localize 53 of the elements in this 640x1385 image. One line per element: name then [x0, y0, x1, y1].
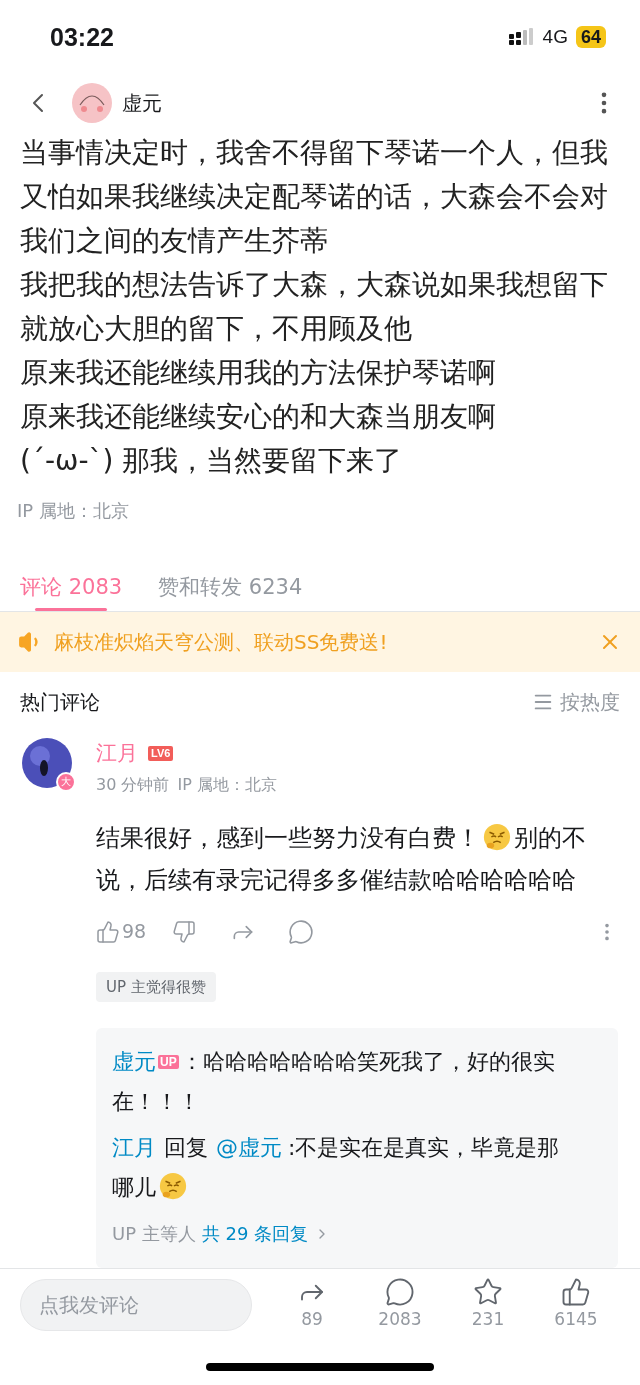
- favorite-button[interactable]: 231: [444, 1277, 532, 1333]
- level-badge: LV6: [148, 746, 174, 762]
- thumbs-up-icon: [561, 1277, 591, 1308]
- comment-text: :不是实在是真实，毕竟是那: [288, 1135, 560, 1161]
- comment-time: 30 分钟前: [96, 774, 170, 797]
- avatar: [72, 82, 112, 123]
- thumbs-down-icon[interactable]: [172, 919, 197, 944]
- reply-icon[interactable]: [288, 918, 315, 945]
- sort-button[interactable]: 按热度: [532, 686, 620, 717]
- comment-text: 哪儿: [112, 1175, 156, 1201]
- tab[interactable]: 赞和转发 6234: [158, 562, 303, 611]
- reply-user[interactable]: 江月: [112, 1135, 156, 1161]
- emoji-icon: [158, 1171, 188, 1202]
- banner-text: 麻枝准炽焰天穹公测、联动SS免费送!: [54, 628, 388, 656]
- emoji-icon: [482, 822, 512, 853]
- comments-button[interactable]: 2083: [356, 1277, 444, 1333]
- ip-location: IP 属地：北京: [16, 499, 130, 524]
- post-paragraph: 我把我的想法告诉了大森，大森说如果我想留下就放心大胆的留下，不用顾及他: [20, 267, 609, 348]
- comment-text: 说，后续有录完记得多多催结款哈哈哈哈哈哈: [96, 866, 576, 895]
- ip-location: IP 属地：北京: [177, 774, 277, 797]
- battery-indicator: 64: [575, 26, 606, 49]
- share-button[interactable]: 89: [268, 1277, 356, 1333]
- replies-panel[interactable]: 虚元 $^{UP}$ ：哈哈哈哈哈哈哈笑死我了，好的很实 在！！！ 江月 回复 @虚元 :不是实在是真实，毕竟是那 哪儿 UP 主等人 共 29 条回复: [96, 1028, 618, 1269]
- thumbs-up-icon: [96, 919, 120, 944]
- status-time: 03:22: [50, 21, 114, 53]
- comment-text: 别的不: [514, 824, 586, 853]
- author-name[interactable]: 虚元: [122, 87, 162, 118]
- like-button[interactable]: 6145: [532, 1277, 620, 1333]
- reply-user[interactable]: 虚元: [112, 1049, 156, 1075]
- post-paragraph: 原来我还能继续用我的方法保护琴诺啊: [20, 355, 497, 392]
- up-liked-tag: UP 主觉得很赞: [96, 971, 216, 1003]
- avatar-badge: 大: [56, 771, 76, 792]
- speech-bubble-icon: [385, 1277, 415, 1308]
- tab[interactable]: 评论 2083: [20, 562, 123, 611]
- avatar[interactable]: [22, 737, 72, 788]
- post-paragraph: 当事情决定时，我舍不得留下琴诺一个人，但我又怕如果我继续决定配琴诺的话，大森会不会对我们之间的友情产生芥蒂: [20, 135, 609, 260]
- signal-icon: [508, 28, 535, 47]
- comment-text: 在！！！: [112, 1089, 200, 1115]
- comment-text: ：哈哈哈哈哈哈哈笑死我了，好的很实: [180, 1049, 555, 1075]
- comment-text: 结果很好，感到一些努力没有白费！: [96, 824, 480, 853]
- mention-link[interactable]: @虚元: [216, 1135, 282, 1161]
- reply-summary: UP 主等人: [112, 1222, 196, 1247]
- comment-input[interactable]: 点我发评论: [20, 1279, 252, 1332]
- reply-label: 回复: [164, 1135, 208, 1161]
- section-title: 热门评论: [20, 688, 100, 716]
- post-paragraph: 原来我还能继续安心的和大森当朋友啊: [20, 399, 497, 436]
- like-button[interactable]: 98: [96, 917, 147, 946]
- user-name[interactable]: 江月: [96, 737, 138, 770]
- network-label: 4G: [542, 25, 568, 50]
- up-badge: UP: [158, 1055, 179, 1070]
- post-paragraph: (´-ω-`) 那我，当然要留下来了: [20, 443, 404, 480]
- view-replies-link[interactable]: 共 29 条回复: [201, 1214, 309, 1255]
- announcement-banner[interactable]: 麻枝准炽焰天穹公测、联动SS免费送!: [0, 611, 640, 672]
